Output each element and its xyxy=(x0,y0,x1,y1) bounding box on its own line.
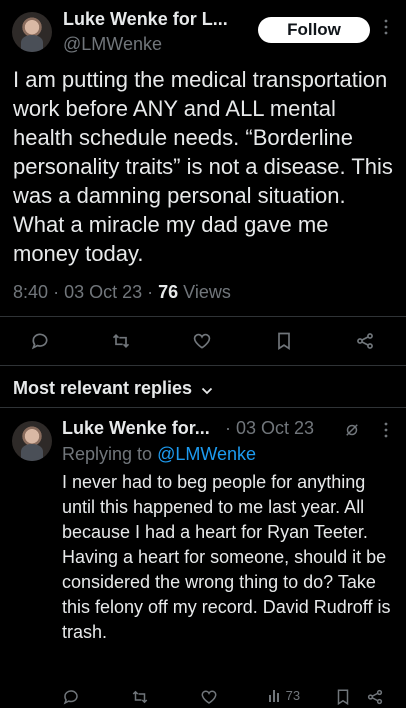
replies-header: Most relevant replies xyxy=(13,378,193,398)
reply-icon[interactable] xyxy=(30,331,50,351)
meta-separator: · xyxy=(147,282,159,302)
meta-separator: · xyxy=(225,418,236,438)
grok-icon[interactable] xyxy=(343,421,361,439)
reply-more-icon[interactable] xyxy=(383,421,389,444)
chevron-down-icon xyxy=(201,379,213,400)
replies-sort-selector[interactable]: Most relevant replies xyxy=(13,378,213,400)
reply-views-count: 73 xyxy=(285,688,301,703)
like-icon[interactable] xyxy=(192,331,212,351)
views-count: 76 xyxy=(158,282,179,302)
meta-separator: · xyxy=(53,282,65,302)
reply-like-icon[interactable] xyxy=(200,688,218,706)
divider xyxy=(0,365,406,366)
divider xyxy=(0,316,406,317)
views-icon xyxy=(268,688,282,705)
post-meta: 8:40 · 03 Oct 23 · 76 Views xyxy=(13,282,231,303)
reply-avatar[interactable] xyxy=(12,421,52,461)
author-name[interactable]: Luke Wenke for L... xyxy=(63,9,228,30)
views-label: Views xyxy=(183,282,231,302)
reply-reply-icon[interactable] xyxy=(62,688,80,706)
reply-retweet-icon[interactable] xyxy=(131,688,149,706)
author-avatar[interactable] xyxy=(12,12,52,52)
reply-share-icon[interactable] xyxy=(366,688,384,706)
follow-button[interactable]: Follow xyxy=(258,17,370,43)
divider xyxy=(0,407,406,408)
reply-views[interactable]: 73 xyxy=(268,688,300,705)
more-icon[interactable] xyxy=(383,18,389,41)
reply-date[interactable]: 03 Oct 23 xyxy=(236,418,314,438)
replying-to: Replying to @LMWenke xyxy=(62,444,256,465)
share-icon[interactable] xyxy=(355,331,375,351)
reply-author-name[interactable]: Luke Wenke for... xyxy=(62,418,210,439)
author-handle[interactable]: @LMWenke xyxy=(63,34,162,55)
bookmark-icon[interactable] xyxy=(274,331,294,351)
retweet-icon[interactable] xyxy=(111,331,131,351)
post-time[interactable]: 8:40 xyxy=(13,282,48,302)
replying-prefix: Replying to xyxy=(62,444,153,464)
replying-handle-link[interactable]: @LMWenke xyxy=(157,444,256,464)
reply-meta: · 03 Oct 23 xyxy=(225,418,314,439)
reply-bookmark-icon[interactable] xyxy=(334,688,352,706)
post-text: I am putting the medical transportation … xyxy=(13,67,393,266)
post-date[interactable]: 03 Oct 23 xyxy=(64,282,142,302)
reply-text: I never had to beg people for anything u… xyxy=(62,472,391,642)
